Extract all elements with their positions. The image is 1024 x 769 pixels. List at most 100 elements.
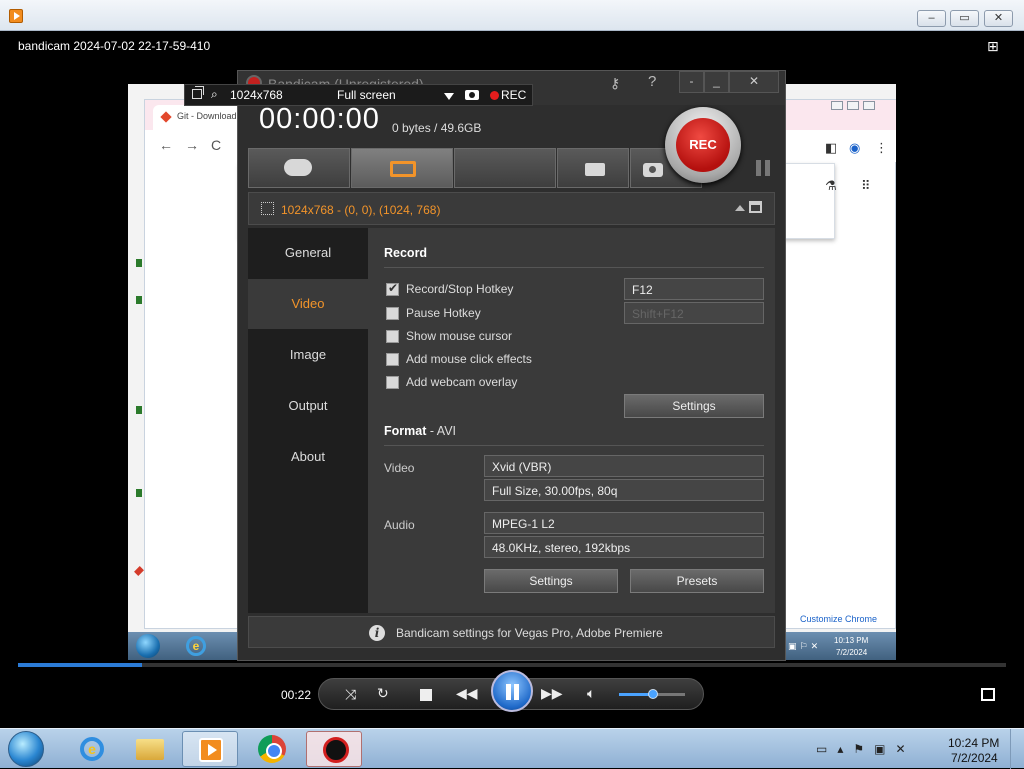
browser-maximize	[847, 101, 859, 110]
settings-sidebar: General Video Image Output About	[248, 228, 368, 613]
record-hotkey-field[interactable]: F12	[624, 278, 764, 300]
record-section-title: Record	[384, 246, 428, 260]
status-bar[interactable]: i Bandicam settings for Vegas Pro, Adobe…	[248, 616, 775, 648]
elapsed-time: 00:22	[281, 688, 312, 702]
audio-detail-field[interactable]: 48.0KHz, stereo, 192kbps	[484, 536, 764, 558]
taskbar-chrome[interactable]	[244, 731, 300, 767]
bandicam-icon	[323, 737, 349, 763]
capture-rec-label[interactable]: REC	[501, 88, 526, 102]
taskbar-explorer[interactable]	[122, 731, 178, 767]
record-stop-hotkey-checkbox[interactable]	[386, 281, 399, 296]
magnifier-icon[interactable]: ⌕	[211, 87, 218, 102]
webcam-overlay-checkbox[interactable]	[386, 376, 399, 389]
volume-slider[interactable]	[619, 689, 685, 699]
format-settings-button[interactable]: Settings	[484, 569, 618, 593]
capture-target-bar[interactable]: ⌕ 1024x768 Full screen REC	[184, 84, 533, 106]
previous-icon[interactable]: ◀◀	[456, 685, 478, 702]
recorded-ie-icon: e	[186, 636, 206, 656]
clock-date[interactable]: 7/2/2024	[951, 751, 998, 765]
status-text[interactable]: Bandicam settings for Vegas Pro, Adobe P…	[396, 626, 663, 640]
switch-view-icon[interactable]: ⊞	[987, 38, 1005, 54]
background-icon	[136, 259, 142, 267]
screen-rectangle-icon	[390, 161, 416, 177]
folder-icon	[585, 163, 605, 176]
device-mode-button[interactable]	[454, 148, 556, 188]
camera-icon	[643, 163, 663, 177]
browser-minimize	[831, 101, 843, 110]
sidebar-item-about[interactable]: About	[248, 432, 368, 482]
window-icon[interactable]	[749, 201, 762, 213]
background-icon	[136, 296, 142, 304]
sidebar-item-image[interactable]: Image	[248, 330, 368, 380]
repeat-icon[interactable]: ↻	[377, 685, 389, 702]
chevron-down-icon[interactable]	[444, 93, 454, 100]
volume-icon[interactable]: 🔈︎	[587, 685, 595, 702]
pause-button[interactable]	[491, 670, 533, 712]
taskbar-bandicam[interactable]	[306, 731, 362, 767]
maximize-button[interactable]: ▭	[950, 10, 979, 27]
presets-button[interactable]: Presets	[630, 569, 764, 593]
player-title-bar[interactable]: – ▭ ✕	[0, 0, 1024, 31]
system-tray-icons[interactable]: ▭▴⚑▣✕	[816, 742, 916, 756]
audio-codec-field[interactable]: MPEG-1 L2	[484, 512, 764, 534]
collapse-icon[interactable]	[735, 205, 745, 211]
seek-progress	[18, 663, 142, 667]
video-format-label: Video	[384, 461, 415, 475]
show-mouse-cursor-checkbox[interactable]	[386, 330, 399, 343]
sidebar-item-video[interactable]: Video	[248, 279, 368, 329]
video-codec-field[interactable]: Xvid (VBR)	[484, 455, 764, 477]
fullscreen-icon[interactable]	[981, 688, 995, 701]
bandicam-minitray-button[interactable]: -	[679, 71, 704, 93]
pause-icon[interactable]	[756, 160, 770, 176]
rec-dot-icon	[490, 91, 499, 100]
volume-knob[interactable]	[648, 689, 658, 699]
sidebar-item-output[interactable]: Output	[248, 381, 368, 431]
background-icon	[136, 489, 142, 497]
extension-icon: ◉	[849, 140, 861, 155]
region-icon[interactable]	[192, 86, 204, 99]
stop-icon[interactable]	[420, 689, 432, 701]
region-bar[interactable]: 1024x768 - (0, 0), (1024, 768)	[248, 192, 775, 225]
help-icon[interactable]: ?	[648, 73, 656, 90]
record-settings-button[interactable]: Settings	[624, 394, 764, 418]
bandicam-minimize-button[interactable]: _	[704, 71, 729, 93]
webcam-overlay-label: Add webcam overlay	[406, 375, 518, 389]
browser-toolbar-icons: ◧ ◉ ⋮ ⚗ ⠿	[825, 140, 895, 210]
pause-hotkey-checkbox[interactable]	[386, 307, 399, 320]
close-button[interactable]: ✕	[984, 10, 1013, 27]
game-mode-button[interactable]	[248, 148, 350, 188]
menu-icon: ⋮	[875, 140, 888, 155]
mouse-click-effects-checkbox[interactable]	[386, 353, 399, 366]
pause-hotkey-field[interactable]: Shift+F12	[624, 302, 764, 324]
taskbar-ie[interactable]: e	[62, 731, 118, 767]
camera-icon[interactable]	[465, 90, 479, 100]
bandicam-window: Bandicam (Unregistered) ⚷ ? - _ ✕ 00:00:…	[237, 70, 786, 661]
capture-mode[interactable]: Full screen	[337, 88, 396, 102]
seek-bar[interactable]	[18, 663, 1006, 667]
rec-button[interactable]: REC	[676, 118, 730, 172]
screen-mode-button[interactable]	[351, 148, 453, 188]
open-folder-button[interactable]	[557, 148, 629, 188]
taskbar-media-player[interactable]	[182, 731, 238, 767]
start-button[interactable]	[8, 731, 44, 767]
rec-button-ring[interactable]: REC	[665, 107, 741, 183]
minimize-button[interactable]: –	[917, 10, 946, 27]
region-select-icon	[261, 202, 274, 215]
playback-controls: ⤨ ↻ ◀◀ ▶▶ 🔈︎	[318, 670, 704, 712]
show-mouse-cursor-label: Show mouse cursor	[406, 329, 513, 343]
clock-time[interactable]: 10:24 PM	[948, 736, 999, 750]
next-icon[interactable]: ▶▶	[541, 685, 563, 702]
bandicam-close-button[interactable]: ✕	[729, 71, 779, 93]
key-icon[interactable]: ⚷	[610, 75, 620, 92]
browser-close	[863, 101, 875, 110]
ie-icon: e	[80, 737, 104, 761]
video-detail-field[interactable]: Full Size, 30.00fps, 80q	[484, 479, 764, 501]
shuffle-icon[interactable]: ⤨	[345, 686, 356, 703]
file-size-readout: 0 bytes / 49.6GB	[392, 121, 482, 135]
record-stop-hotkey-label: Record/Stop Hotkey	[406, 282, 514, 296]
customize-chrome-link: Customize Chrome	[800, 614, 878, 624]
show-desktop-button[interactable]	[1010, 729, 1024, 769]
info-icon: i	[369, 625, 385, 641]
chrome-icon	[258, 735, 286, 763]
sidebar-item-general[interactable]: General	[248, 228, 368, 278]
